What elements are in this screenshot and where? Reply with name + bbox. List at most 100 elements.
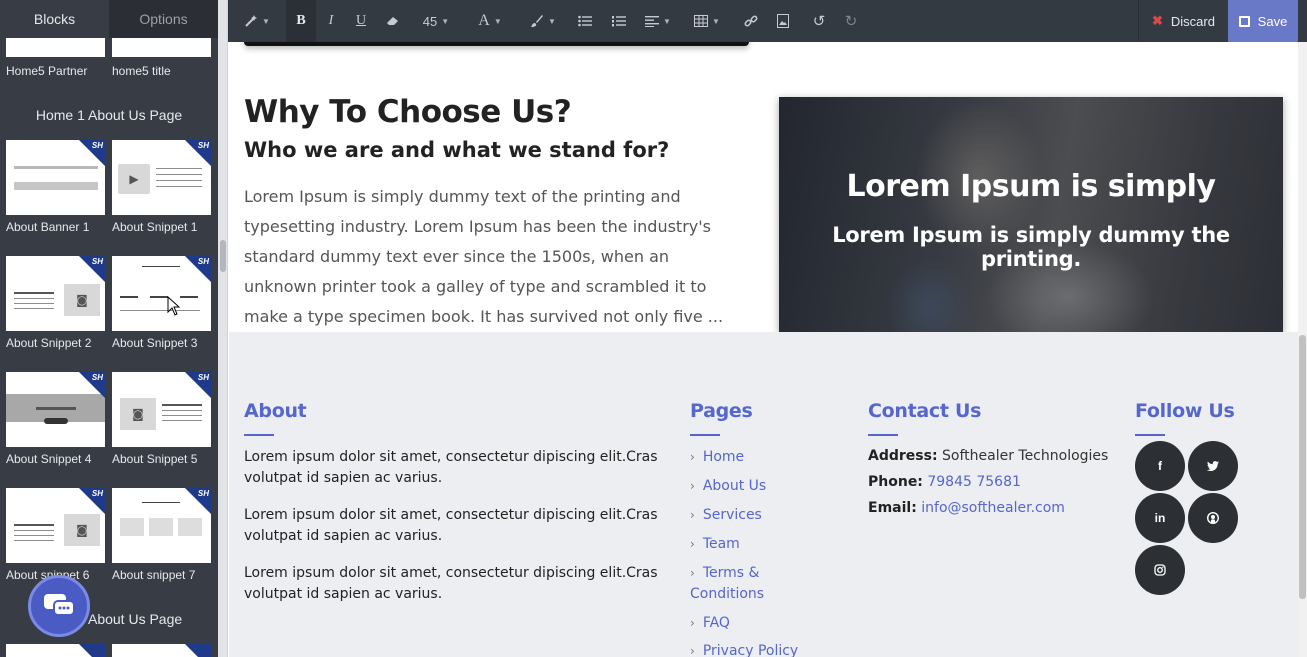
footer-link-terms[interactable]: › Terms & Conditions — [690, 563, 800, 605]
font-family-select[interactable]: A ▼ — [462, 0, 518, 42]
chevron-right-icon: › — [690, 450, 695, 464]
contact-phone: Phone: 79845 75681 — [868, 474, 1021, 490]
page-canvas: Why To Choose Us? Who we are and what we… — [229, 42, 1298, 657]
instagram-icon[interactable] — [1135, 545, 1185, 595]
save-button[interactable]: Save — [1228, 0, 1298, 42]
snippet-thumb-about-snippet-7[interactable]: SH — [112, 488, 211, 563]
unordered-list-button[interactable] — [568, 0, 602, 42]
page-scrollbar-thumb[interactable] — [1299, 335, 1306, 599]
snippet-thumb-about-snippet-2[interactable]: ◙ SH — [6, 256, 105, 331]
chevron-down-icon: ▼ — [262, 16, 270, 26]
badge-icon — [79, 644, 105, 657]
footer-link-team[interactable]: › Team — [690, 534, 740, 555]
linkedin-icon[interactable]: in — [1135, 493, 1185, 543]
chevron-down-icon: ▼ — [548, 16, 556, 26]
redo-icon: ↻ — [844, 12, 858, 30]
footer: About Lorem ipsum dolor sit amet, consec… — [229, 332, 1298, 657]
discard-label: Discard — [1170, 13, 1215, 29]
chevron-right-icon: › — [690, 537, 695, 551]
hero-title[interactable]: Lorem Ipsum is simply — [779, 169, 1283, 204]
italic-icon: I — [328, 13, 334, 28]
image-button[interactable] — [768, 0, 798, 42]
email-link[interactable]: info@softhealer.com — [921, 500, 1065, 516]
table-icon — [694, 15, 709, 27]
chevron-right-icon: › — [690, 644, 695, 657]
snippet-thumb-about-banner-1[interactable]: SH — [6, 140, 105, 215]
blocks-sidebar: Blocks Options Home5 Partner home5 title… — [0, 0, 218, 657]
eraser-button[interactable] — [376, 0, 410, 42]
eraser-icon — [387, 17, 398, 25]
footer-link-about-us[interactable]: › About Us — [690, 476, 766, 497]
chevron-right-icon: › — [690, 479, 695, 493]
discard-button[interactable]: ✖ Discard — [1138, 0, 1228, 42]
hero-subtitle[interactable]: Lorem Ipsum is simply dummy the printing… — [779, 223, 1283, 271]
section-subtitle[interactable]: Who we are and what we stand for? — [244, 138, 669, 162]
undo-icon: ↺ — [812, 12, 826, 30]
italic-button[interactable]: I — [316, 0, 346, 42]
ordered-list-button[interactable] — [602, 0, 636, 42]
snippet-label: home5 title — [112, 64, 171, 78]
twitter-icon[interactable] — [1188, 441, 1238, 491]
chevron-right-icon: › — [690, 616, 695, 630]
snippet-label: About Snippet 5 — [112, 452, 198, 466]
snippet-thumb-about-snippet-1[interactable]: ▶ SH — [112, 140, 211, 215]
footer-about-text: Lorem ipsum dolor sit amet, consectetur … — [244, 507, 658, 544]
hero-image-banner[interactable]: Lorem Ipsum is simply Lorem Ipsum is sim… — [779, 97, 1283, 332]
section-paragraph[interactable]: Lorem Ipsum is simply dummy text of the … — [244, 182, 724, 332]
phone-link[interactable]: 79845 75681 — [927, 474, 1021, 490]
snippet-thumb[interactable] — [112, 644, 211, 657]
footer-about-text: Lorem ipsum dolor sit amet, consectetur … — [244, 449, 658, 486]
image-icon — [777, 14, 789, 28]
footer-link-services[interactable]: › Services — [690, 505, 762, 526]
footer-about-heading: About — [244, 400, 307, 422]
play-icon: ▶ — [118, 164, 150, 194]
table-button[interactable]: ▼ — [680, 0, 734, 42]
chevron-down-icon: ▼ — [712, 16, 720, 26]
snippet-label: About Banner 1 — [6, 220, 90, 234]
snippet-thumb-about-snippet-5[interactable]: ◙ SH — [112, 372, 211, 447]
tab-blocks[interactable]: Blocks — [0, 0, 109, 38]
link-button[interactable] — [734, 0, 768, 42]
redo-button[interactable]: ↻ — [840, 0, 862, 42]
font-size-select[interactable]: 45 ▼ — [410, 0, 462, 42]
link-icon — [744, 15, 758, 27]
snippet-thumb-about-snippet-3[interactable]: SH — [112, 256, 211, 331]
color-picker-button[interactable]: ▼ — [518, 0, 568, 42]
align-button[interactable]: ▼ — [636, 0, 680, 42]
bold-button[interactable]: B — [286, 0, 316, 42]
bullet-list-icon — [578, 15, 592, 27]
snippet-thumb[interactable] — [6, 644, 105, 657]
chevron-right-icon: › — [690, 508, 695, 522]
snippet-thumb-about-snippet-4[interactable]: SH — [6, 372, 105, 447]
snippet-label: About Snippet 3 — [112, 336, 198, 350]
magic-wand-button[interactable]: ▼ — [228, 0, 286, 42]
chevron-down-icon: ▼ — [663, 16, 671, 26]
save-label: Save — [1257, 13, 1288, 29]
footer-link-home[interactable]: › Home — [690, 447, 744, 468]
heading-underline — [868, 434, 898, 436]
snippet-label: About Snippet 1 — [112, 220, 198, 234]
chat-icon — [44, 594, 75, 616]
contact-email: Email: info@softhealer.com — [868, 500, 1065, 516]
facebook-icon[interactable]: f — [1135, 441, 1185, 491]
font-icon: A — [478, 12, 490, 29]
footer-contact-heading: Contact Us — [868, 400, 982, 422]
undo-button[interactable]: ↺ — [798, 0, 840, 42]
chevron-down-icon: ▼ — [493, 16, 502, 26]
footer-link-faq[interactable]: › FAQ — [690, 613, 730, 634]
brush-icon — [531, 15, 544, 27]
footer-link-privacy-policy[interactable]: › Privacy Policy — [690, 641, 798, 657]
section-title[interactable]: Why To Choose Us? — [244, 94, 572, 130]
chat-bubble-button[interactable] — [28, 575, 90, 637]
sidebar-scrollbar-thumb[interactable] — [220, 240, 226, 272]
magic-wand-icon — [245, 15, 258, 27]
sidebar-tabs: Blocks Options — [0, 0, 218, 38]
snippet-thumb-about-snippet-6[interactable]: ◙ SH — [6, 488, 105, 563]
heading-underline — [1135, 434, 1165, 436]
tab-options[interactable]: Options — [109, 0, 218, 38]
sidebar-scrollbar[interactable] — [218, 0, 228, 657]
github-icon[interactable] — [1188, 493, 1238, 543]
underline-button[interactable]: U — [346, 0, 376, 42]
mouse-cursor-icon — [167, 296, 181, 316]
camera-icon: ◙ — [64, 514, 100, 546]
